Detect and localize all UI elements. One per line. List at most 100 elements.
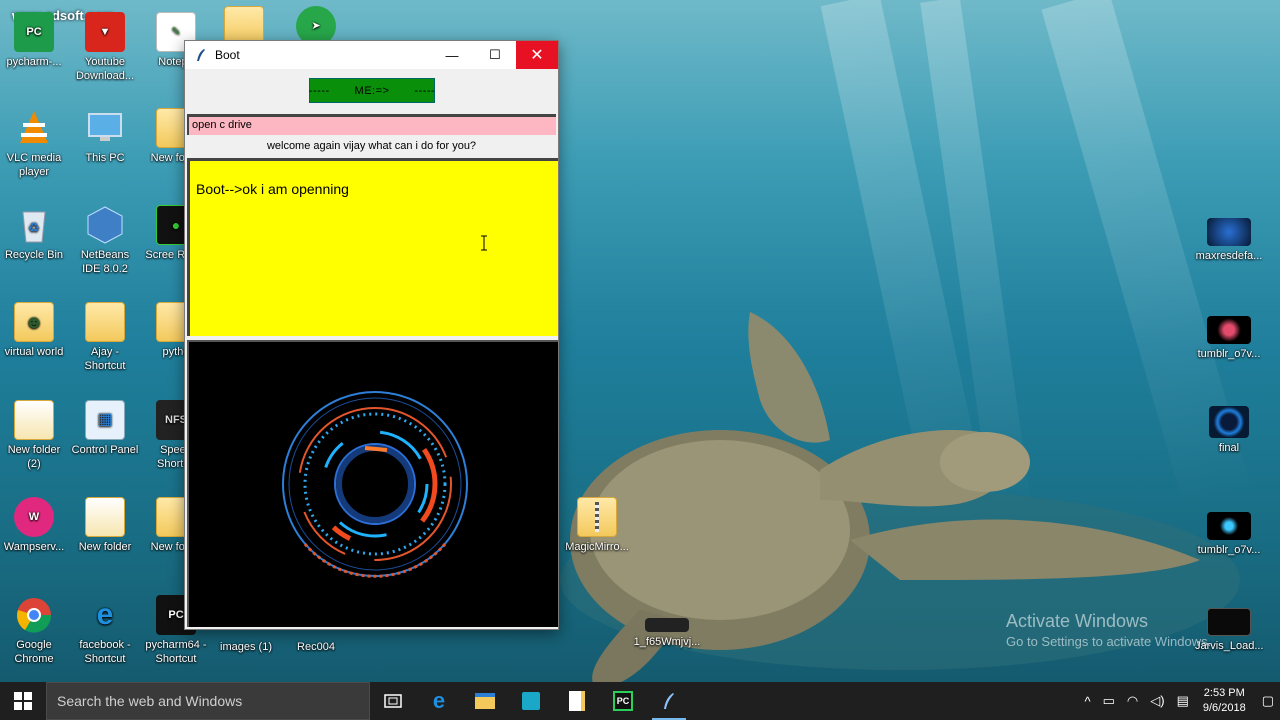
desktop-icon-facebook-shortcut[interactable]: e facebook - Shortcut bbox=[71, 595, 139, 666]
edge-icon: e bbox=[432, 688, 446, 713]
welcome-label: welcome again vijay what can i do for yo… bbox=[266, 140, 477, 152]
folder-icon bbox=[85, 497, 125, 537]
start-button[interactable] bbox=[0, 682, 46, 720]
activate-title: Activate Windows bbox=[1006, 611, 1149, 631]
wifi-icon[interactable]: ◠ bbox=[1127, 693, 1138, 709]
desktop-icon-label: pycharm-... bbox=[6, 56, 62, 68]
desktop-icon-maxresdefault[interactable]: maxresdefa... bbox=[1195, 218, 1263, 263]
ie-icon: e bbox=[96, 598, 114, 631]
keyboard-icon[interactable]: ▤ bbox=[1177, 693, 1189, 709]
desktop-icon-this-pc[interactable]: This PC bbox=[71, 108, 139, 165]
title-bar[interactable]: Boot — ☐ ✕ bbox=[185, 41, 558, 69]
desktop-icon-netbeans[interactable]: NetBeans IDE 8.0.2 bbox=[71, 205, 139, 276]
store-icon bbox=[522, 692, 540, 710]
clock[interactable]: 2:53 PM 9/6/2018 bbox=[1203, 686, 1246, 716]
taskbar-edge[interactable]: e bbox=[416, 682, 462, 720]
window-title: Boot bbox=[215, 48, 240, 62]
zip-folder-icon bbox=[577, 497, 617, 537]
maximize-button[interactable]: ☐ bbox=[474, 41, 516, 69]
desktop-icon-label: Ajay - Shortcut bbox=[84, 346, 126, 372]
control-panel-icon: ▦ bbox=[85, 400, 125, 440]
boot-window: Boot — ☐ ✕ ----- ME:=> ----- open c driv… bbox=[184, 40, 559, 630]
desktop-icon-new-folder-2[interactable]: New folder (2) bbox=[0, 400, 68, 471]
desktop-icon-label: Wampserv... bbox=[3, 541, 65, 553]
minimize-button[interactable]: — bbox=[431, 41, 473, 69]
youtube-downloader-icon: ▼ bbox=[85, 12, 125, 52]
activate-windows-notice: Activate Windows Go to Settings to activ… bbox=[1006, 611, 1211, 649]
taskbar-search-box[interactable]: Search the web and Windows bbox=[46, 682, 370, 720]
desktop-icon-label: facebook - Shortcut bbox=[79, 639, 131, 665]
hud-animation bbox=[187, 340, 558, 627]
desktop-icon-1-f65wmjvj[interactable]: 1_f65Wmjvj... bbox=[633, 618, 701, 649]
desktop-icon-label: images (1) bbox=[220, 641, 272, 653]
desktop-icon-final[interactable]: final bbox=[1195, 406, 1263, 455]
taskbar-store[interactable] bbox=[508, 682, 554, 720]
windows-logo-icon bbox=[14, 692, 32, 710]
desktop-icon-label: MagicMirro... bbox=[565, 541, 629, 553]
desktop-icon-control-panel[interactable]: ▦ Control Panel bbox=[71, 400, 139, 457]
desktop-icon-magicmirror[interactable]: MagicMirro... bbox=[563, 497, 631, 554]
feather-icon bbox=[193, 48, 209, 62]
desktop-icon-images-1[interactable]: images (1) bbox=[212, 640, 280, 654]
battery-icon[interactable]: ▭ bbox=[1103, 693, 1115, 709]
desktop-icon-label: This PC bbox=[85, 152, 125, 164]
vlc-icon bbox=[14, 108, 54, 148]
taskbar-pycharm[interactable]: PC bbox=[600, 682, 646, 720]
desktop-icon-label: NetBeans IDE 8.0.2 bbox=[80, 249, 130, 275]
pycharm-icon: PC bbox=[14, 12, 54, 52]
taskbar-boot-app[interactable] bbox=[646, 682, 692, 720]
desktop-icon-label: final bbox=[1218, 442, 1240, 454]
taskbar-file-explorer[interactable] bbox=[462, 682, 508, 720]
desktop-icon-google-chrome[interactable]: Google Chrome bbox=[0, 595, 68, 666]
image-icon bbox=[1207, 218, 1251, 246]
clock-time: 2:53 PM bbox=[1203, 687, 1245, 699]
desktop-icon-label: Control Panel bbox=[71, 444, 139, 456]
desktop-icon-pycharm[interactable]: PC pycharm-... bbox=[0, 12, 68, 69]
system-tray: ^ ▭ ◠ ◁) ▤ 2:53 PM 9/6/2018 ▢ bbox=[1079, 682, 1280, 720]
desktop-icon-tumblr-2[interactable]: tumblr_o7v... bbox=[1195, 512, 1263, 557]
hud-circle-graphic bbox=[282, 391, 468, 578]
task-view-button[interactable] bbox=[370, 682, 416, 720]
desktop-icon-new-folder[interactable]: New folder bbox=[71, 497, 139, 554]
command-input[interactable]: open c drive bbox=[187, 114, 556, 135]
desktop-icon-wampserver[interactable]: W Wampserv... bbox=[0, 497, 68, 554]
desktop-icon-ajay-shortcut[interactable]: Ajay - Shortcut bbox=[71, 302, 139, 373]
desktop-icon-tumblr-1[interactable]: tumblr_o7v... bbox=[1195, 316, 1263, 361]
chrome-icon bbox=[14, 595, 54, 635]
pycharm-icon: PC bbox=[613, 691, 633, 711]
clock-date: 9/6/2018 bbox=[1202, 702, 1246, 714]
desktop-icon-rec004[interactable]: Rec004 bbox=[282, 640, 350, 654]
taskbar: Search the web and Windows e PC ^ ▭ ◠ ◁)… bbox=[0, 682, 1280, 720]
image-icon bbox=[1207, 608, 1251, 636]
desktop-icon-vlc[interactable]: VLC media player bbox=[0, 108, 68, 179]
desktop-icon-label: tumblr_o7v... bbox=[1197, 544, 1261, 556]
chevron-up-icon[interactable]: ^ bbox=[1085, 694, 1091, 709]
volume-icon[interactable]: ◁) bbox=[1150, 693, 1164, 709]
me-button[interactable]: ----- ME:=> ----- bbox=[309, 78, 435, 103]
desktop-icon-label: New folder bbox=[78, 541, 132, 553]
desktop-icon-recycle-bin[interactable]: ♻ Recycle Bin bbox=[0, 205, 68, 262]
close-button[interactable]: ✕ bbox=[516, 41, 558, 69]
image-icon bbox=[1207, 512, 1251, 540]
svg-text:♻: ♻ bbox=[28, 220, 40, 235]
image-icon bbox=[1207, 316, 1251, 344]
netbeans-icon bbox=[85, 205, 125, 245]
desktop-icon-label: VLC media player bbox=[6, 152, 62, 178]
desktop-icon-label: pycharm64 - Shortcut bbox=[145, 639, 207, 665]
desktop-icon-label: Recycle Bin bbox=[4, 249, 64, 261]
output-area[interactable]: Boot-->ok i am openning bbox=[187, 158, 558, 336]
python-feather-icon bbox=[664, 693, 674, 709]
image-icon bbox=[1209, 406, 1249, 438]
desktop-icon-label: virtual world bbox=[4, 346, 64, 358]
desktop-icon-youtube-downloader[interactable]: ▼ Youtube Download... bbox=[71, 12, 139, 83]
desktop-icon-label: New folder (2) bbox=[7, 444, 61, 470]
image-icon bbox=[645, 618, 689, 632]
notification-icon[interactable]: ▢ bbox=[1262, 693, 1274, 709]
recycle-bin-icon: ♻ bbox=[14, 205, 54, 245]
folder-icon bbox=[85, 302, 125, 342]
taskbar-file[interactable] bbox=[554, 682, 600, 720]
file-shortcut-icon bbox=[569, 691, 585, 711]
output-text: Boot-->ok i am openning bbox=[196, 181, 349, 197]
folder-person-icon: ☻ bbox=[14, 302, 54, 342]
desktop-icon-virtual-world[interactable]: ☻ virtual world bbox=[0, 302, 68, 359]
